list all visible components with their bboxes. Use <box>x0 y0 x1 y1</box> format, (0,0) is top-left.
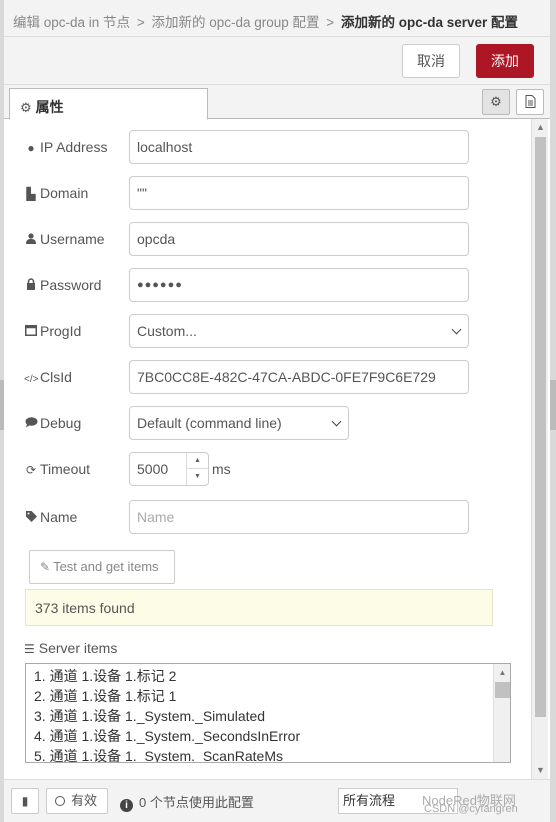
list-item[interactable]: 5. 通道 1.设备 1._System._ScanRateMs <box>34 746 510 762</box>
breadcrumb-separator: > <box>326 15 335 30</box>
tab-bar: ⚙ 属性 ⚙ <box>4 85 550 120</box>
tag-icon <box>24 511 38 525</box>
list-scrollbar[interactable]: ▲ <box>493 664 510 762</box>
circle-icon <box>55 796 65 806</box>
gear-icon: ⚙ <box>20 100 32 115</box>
plug-icon: ✎ <box>40 560 51 574</box>
book-icon: ▮ <box>21 794 29 808</box>
panel-scroll-thumb[interactable] <box>535 137 546 717</box>
password-row: Password ●●●●●● <box>4 268 531 302</box>
timeout-label: ⟳ Timeout <box>25 461 91 477</box>
progid-row: ProgId Custom... <box>4 314 531 348</box>
username-input[interactable]: opcda <box>129 222 469 256</box>
add-button[interactable]: 添加 <box>476 44 534 78</box>
timeout-spinner[interactable]: 5000 ▲ ▼ <box>129 452 209 486</box>
breadcrumb-separator: > <box>136 15 145 30</box>
name-row: Name Name <box>4 500 531 534</box>
progid-select[interactable]: Custom... <box>129 314 469 348</box>
dialog-action-bar: 取消 添加 <box>4 37 550 85</box>
breadcrumb: 编辑 opc-da in 节点 > 添加新的 opc-da group 配置 >… <box>4 0 550 37</box>
usage-info: i0 个节点使用此配置 <box>120 792 254 812</box>
debug-row: Debug Default (command line) <box>4 406 531 440</box>
server-items-heading: ☰ Server items <box>24 640 118 656</box>
tab-properties-label: 属性 <box>35 99 64 115</box>
username-row: Username opcda <box>4 222 531 256</box>
list-item[interactable]: 2. 通道 1.设备 1.标记 1 <box>34 686 510 706</box>
valid-toggle[interactable]: 有效 <box>46 788 108 814</box>
book-button[interactable]: ▮ <box>11 788 39 814</box>
list-item[interactable]: 4. 通道 1.设备 1._System._SecondsInError <box>34 726 510 746</box>
right-grip[interactable] <box>550 380 556 430</box>
name-input[interactable]: Name <box>129 500 469 534</box>
spinner-buttons: ▲ ▼ <box>186 453 208 485</box>
decrement-button[interactable]: ▼ <box>187 469 208 485</box>
username-label: Username <box>24 231 105 247</box>
description-tab-button[interactable] <box>516 89 544 115</box>
debug-select[interactable]: Default (command line) <box>129 406 349 440</box>
list-item[interactable]: 1. 通道 1.设备 1.标记 2 <box>34 666 510 686</box>
breadcrumb-item-1[interactable]: 编辑 opc-da in 节点 <box>13 15 130 30</box>
server-items-list[interactable]: 1. 通道 1.设备 1.标记 2 2. 通道 1.设备 1.标记 1 3. 通… <box>25 663 511 763</box>
window-icon <box>24 325 38 339</box>
list-item[interactable]: 3. 通道 1.设备 1._System._Simulated <box>34 706 510 726</box>
test-and-get-items-button[interactable]: ✎ Test and get items <box>29 550 175 584</box>
progid-label: ProgId <box>24 323 81 339</box>
breadcrumb-current: 添加新的 opc-da server 配置 <box>340 15 518 30</box>
refresh-icon: ⟳ <box>25 463 37 477</box>
dialog-footer: ▮ 有效 i0 个节点使用此配置 所有流程 NodeRed物联网 CSDN @c… <box>4 779 550 822</box>
password-input[interactable]: ●●●●●● <box>129 268 469 302</box>
comment-icon <box>24 417 38 431</box>
watermark-credit: CSDN @cyfangren <box>424 803 518 815</box>
password-label: Password <box>24 277 101 293</box>
domain-label: ▙ Domain <box>24 185 88 201</box>
list-icon: ☰ <box>24 642 35 656</box>
breadcrumb-item-2[interactable]: 添加新的 opc-da group 配置 <box>151 15 319 30</box>
properties-panel: ● IP Address localhost ▙ Domain "" Usernam… <box>4 119 531 779</box>
tab-properties[interactable]: ⚙ 属性 <box>9 88 208 120</box>
right-resize-edge <box>550 0 556 822</box>
document-icon <box>525 95 535 108</box>
ip-address-row: ● IP Address localhost <box>4 130 531 164</box>
domain-row: ▙ Domain "" <box>4 176 531 210</box>
scroll-up-arrow[interactable]: ▲ <box>494 664 510 681</box>
globe-icon: ● <box>27 141 35 155</box>
clsid-label: </> ClsId <box>24 369 72 385</box>
cancel-button[interactable]: 取消 <box>402 44 460 78</box>
clsid-row: </> ClsId 7BC0CC8E-482C-47CA-ABDC-0FE7F9C… <box>4 360 531 394</box>
scroll-down-arrow[interactable]: ▼ <box>532 762 549 779</box>
clsid-input[interactable]: 7BC0CC8E-482C-47CA-ABDC-0FE7F9C6E729 <box>129 360 469 394</box>
info-icon: i <box>120 799 133 812</box>
sitemap-icon: ▙ <box>26 187 36 201</box>
debug-label: Debug <box>24 415 81 431</box>
name-label: Name <box>24 509 77 525</box>
lock-icon <box>24 278 38 293</box>
gear-icon: ⚙ <box>490 94 502 109</box>
timeout-value[interactable]: 5000 <box>137 453 168 485</box>
increment-button[interactable]: ▲ <box>187 453 208 469</box>
ip-address-label: ● IP Address <box>24 139 107 155</box>
ip-address-input[interactable]: localhost <box>129 130 469 164</box>
code-icon: </> <box>24 374 39 385</box>
items-found-message: 373 items found <box>25 589 493 626</box>
panel-scrollbar[interactable]: ▲ ▼ <box>531 119 548 779</box>
scroll-up-arrow[interactable]: ▲ <box>532 119 549 136</box>
timeout-unit: ms <box>212 461 231 477</box>
user-icon <box>24 233 38 247</box>
settings-tab-button[interactable]: ⚙ <box>482 89 510 115</box>
list-scroll-thumb[interactable] <box>495 682 510 698</box>
domain-input[interactable]: "" <box>129 176 469 210</box>
timeout-row: ⟳ Timeout 5000 ▲ ▼ ms <box>4 452 531 486</box>
